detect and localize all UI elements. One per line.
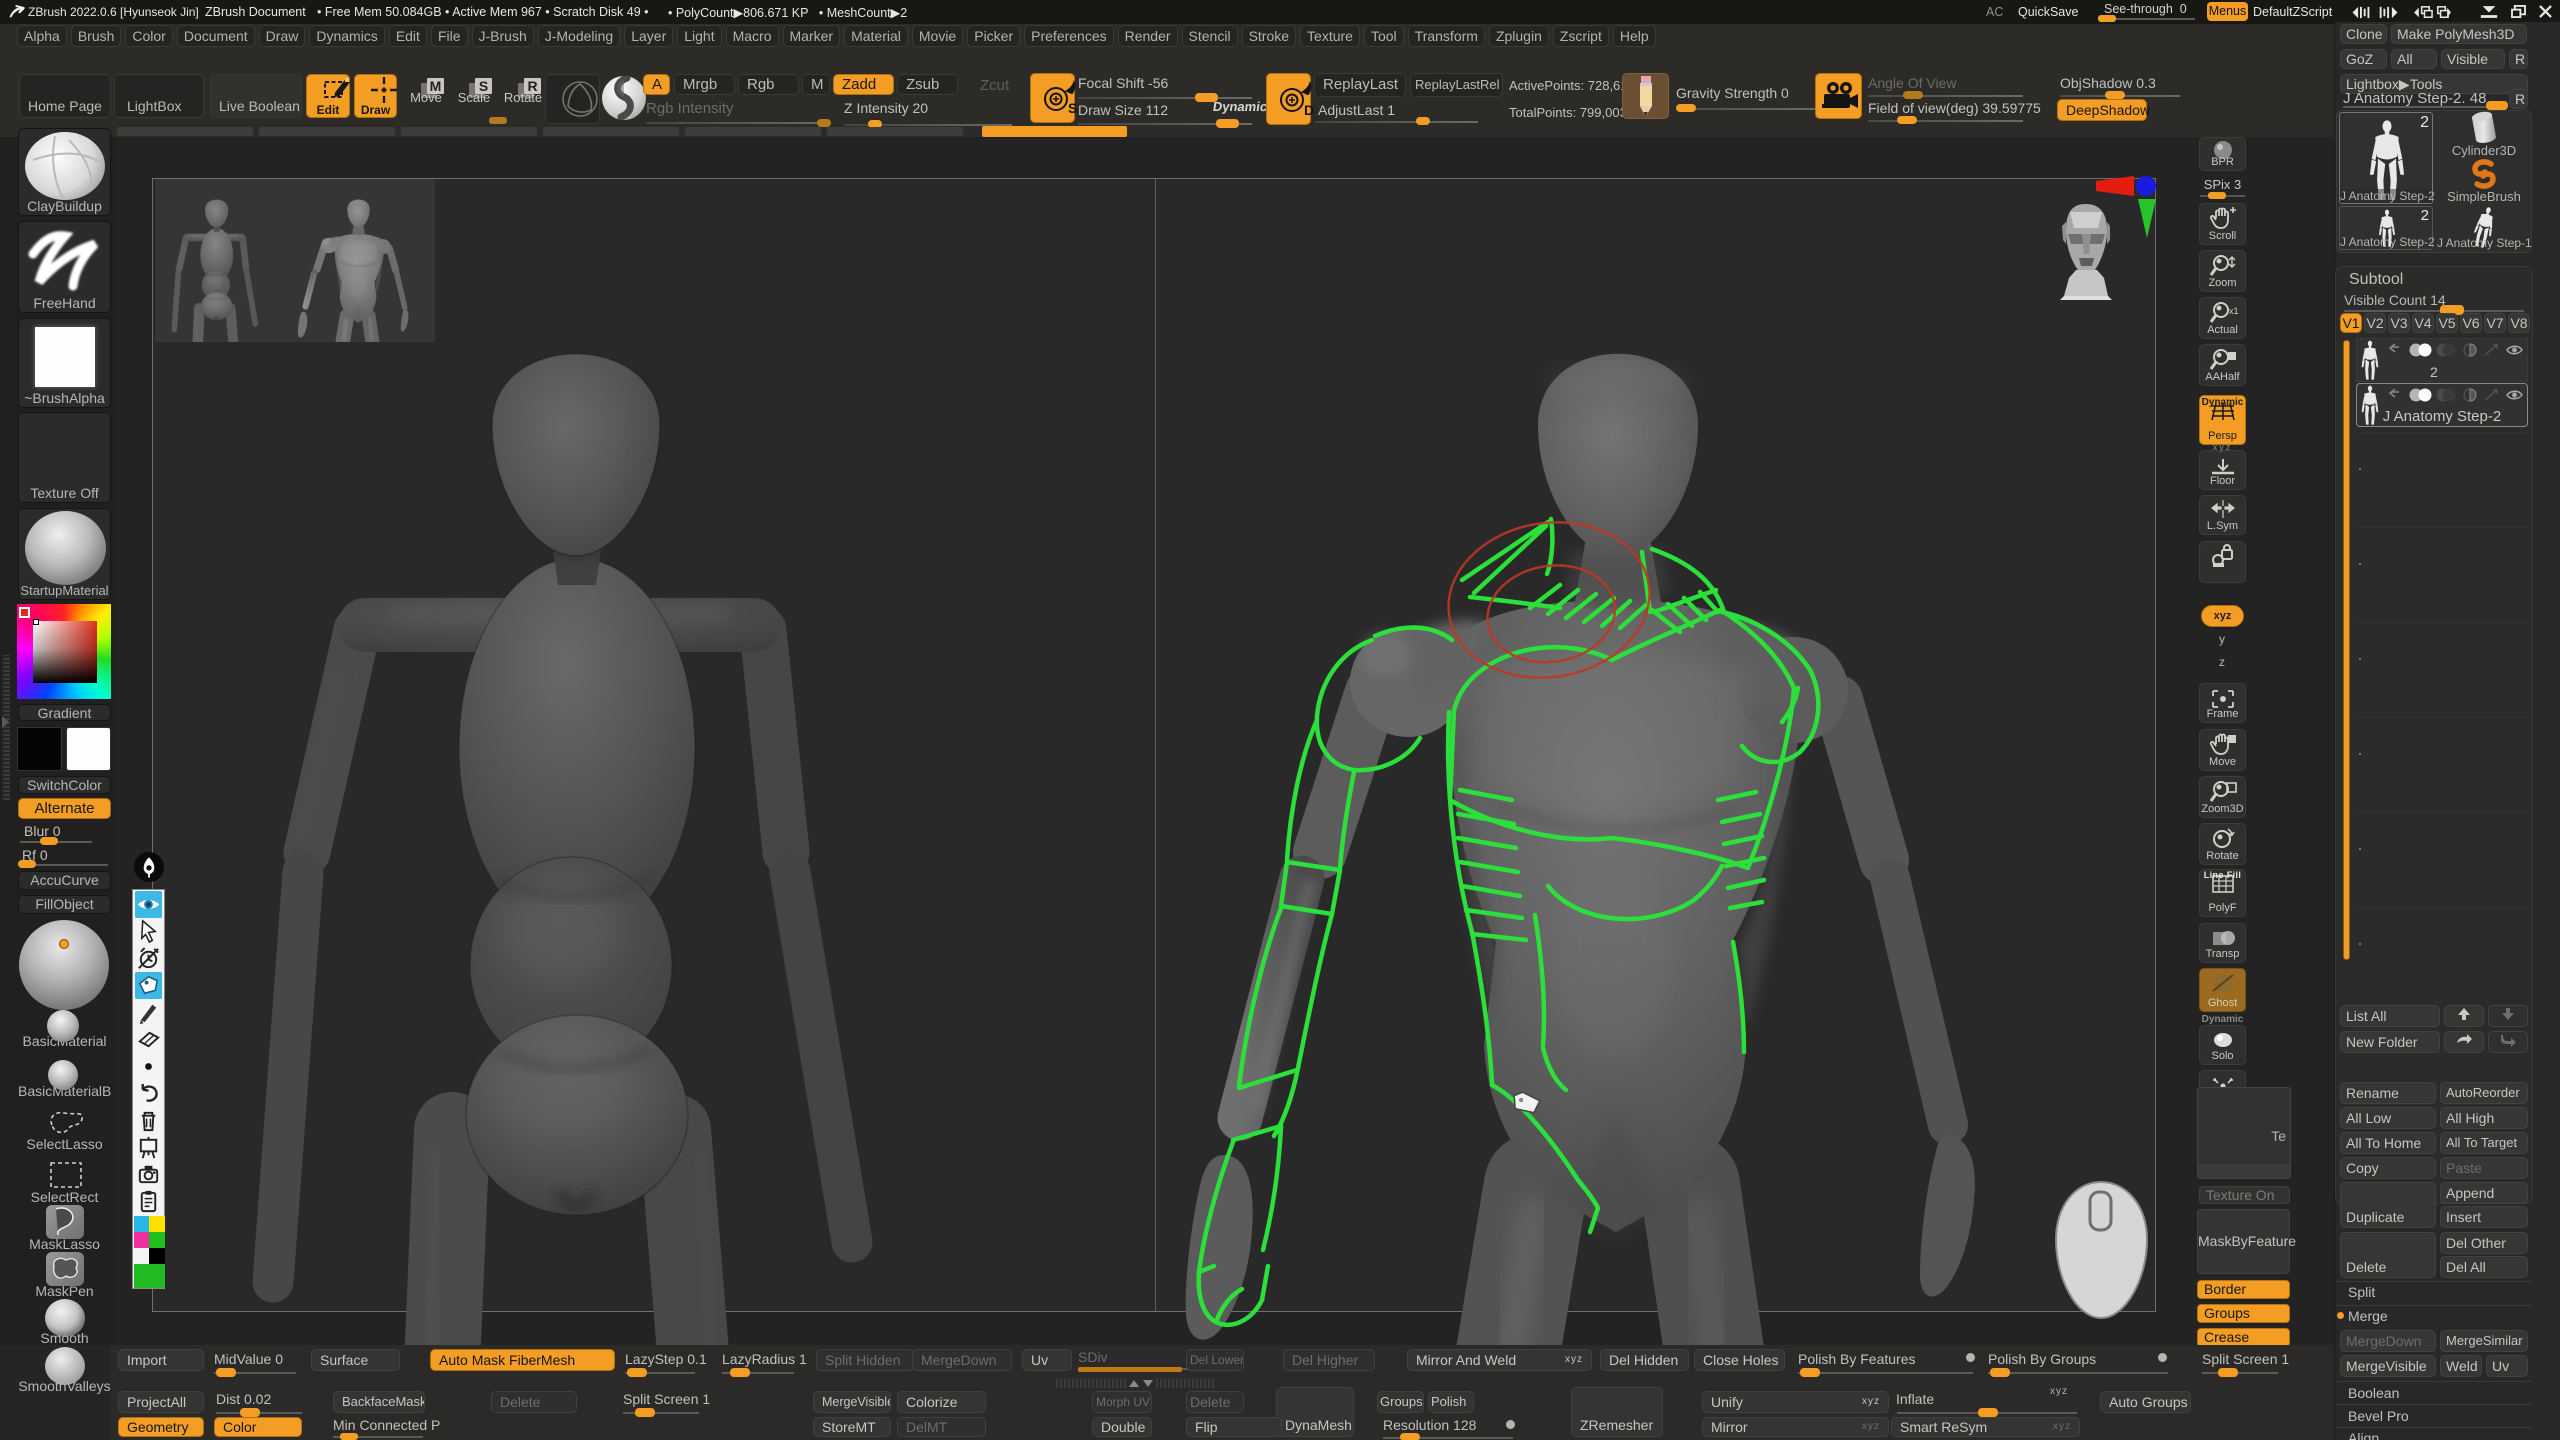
svg-text:x1: x1 — [2229, 306, 2238, 316]
